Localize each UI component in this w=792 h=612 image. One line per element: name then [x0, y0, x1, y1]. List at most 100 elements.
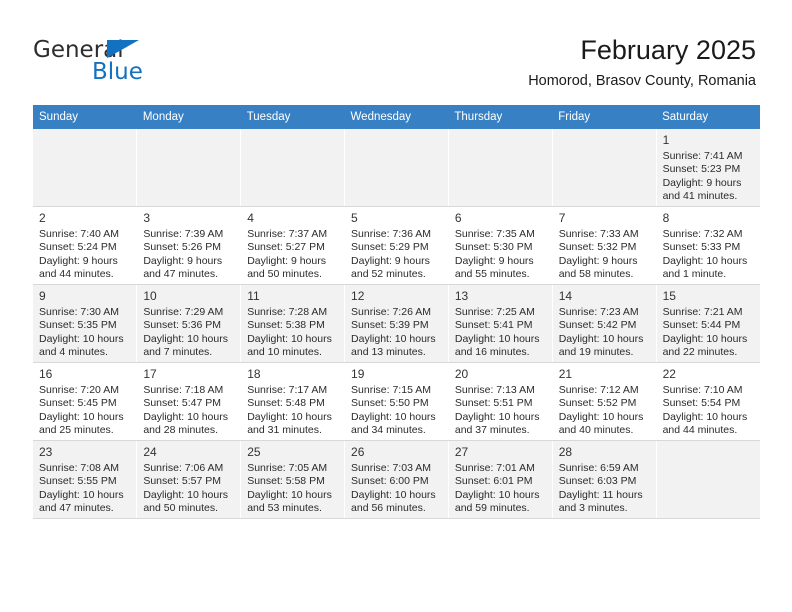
day-cell-content: 14 Sunrise: 7:23 AM Sunset: 5:42 PM Dayligh… — [553, 285, 656, 362]
day-cell-content: 7 Sunrise: 7:33 AM Sunset: 5:32 PM Daylight… — [553, 207, 656, 284]
day-cell-content: 4 Sunrise: 7:37 AM Sunset: 5:27 PM Daylight… — [241, 207, 344, 284]
day-cell-content: 13 Sunrise: 7:25 AM Sunset: 5:41 PM Dayligh… — [449, 285, 552, 362]
daylight-text: and 44 minutes. — [39, 268, 114, 281]
day-cell-content: 26 Sunrise: 7:03 AM Sunset: 6:00 PM Dayligh… — [345, 441, 448, 518]
daylight-text: and 34 minutes. — [351, 424, 426, 437]
calendar-day-cell[interactable]: 19 Sunrise: 7:15 AM Sunset: 5:50 PM Dayligh… — [344, 362, 449, 441]
sunset-text: Sunset: 5:48 PM — [247, 397, 325, 410]
column-header-saturday: Saturday — [656, 105, 760, 129]
day-number: 8 — [662, 211, 670, 225]
calendar-day-cell[interactable]: 6 Sunrise: 7:35 AM Sunset: 5:30 PM Daylight… — [448, 206, 553, 285]
calendar-day-cell[interactable]: 22 Sunrise: 7:10 AM Sunset: 5:54 PM Dayligh… — [656, 362, 760, 441]
calendar-day-cell[interactable]: 18 Sunrise: 7:17 AM Sunset: 5:48 PM Dayligh… — [240, 362, 346, 441]
calendar-day-cell[interactable]: 16 Sunrise: 7:20 AM Sunset: 5:45 PM Dayligh… — [33, 362, 138, 441]
daylight-text: and 59 minutes. — [454, 502, 530, 515]
day-cell-content — [553, 129, 656, 206]
calendar-day-cell[interactable]: 10 Sunrise: 7:29 AM Sunset: 5:36 PM Dayligh… — [136, 284, 242, 363]
calendar-day-cell[interactable]: 12 Sunrise: 7:26 AM Sunset: 5:39 PM Dayligh… — [344, 284, 449, 363]
calendar-day-cell[interactable]: 28 Sunrise: 6:59 AM Sunset: 6:03 PM Dayligh… — [552, 440, 657, 519]
sunrise-text: Sunrise: 7:28 AM — [247, 306, 328, 318]
day-number: 9 — [39, 289, 46, 303]
daylight-text: Daylight: 10 hours — [351, 410, 436, 423]
daylight-text: and 40 minutes. — [558, 424, 634, 437]
day-number: 16 — [39, 367, 53, 381]
daylight-text: and 55 minutes. — [454, 268, 530, 281]
sunrise-text: Sunrise: 7:20 AM — [39, 384, 119, 396]
calendar-day-cell[interactable]: 21 Sunrise: 7:12 AM Sunset: 5:52 PM Dayligh… — [552, 362, 657, 441]
calendar-day-cell[interactable]: 26 Sunrise: 7:03 AM Sunset: 6:00 PM Dayligh… — [344, 440, 449, 519]
calendar-day-cell[interactable]: 8 Sunrise: 7:32 AM Sunset: 5:33 PM Daylight… — [656, 206, 760, 285]
day-cell-content: 28 Sunrise: 6:59 AM Sunset: 6:03 PM Dayligh… — [553, 441, 656, 518]
sunrise-text: Sunrise: 6:59 AM — [558, 462, 639, 474]
calendar-day-cell[interactable]: 14 Sunrise: 7:23 AM Sunset: 5:42 PM Dayligh… — [552, 284, 657, 363]
day-number: 7 — [558, 211, 566, 225]
daylight-text: Daylight: 10 hours — [39, 488, 124, 501]
calendar-empty-cell — [552, 129, 657, 207]
sunset-text: Sunset: 5:35 PM — [39, 319, 117, 332]
calendar-day-cell[interactable]: 13 Sunrise: 7:25 AM Sunset: 5:41 PM Dayligh… — [448, 284, 553, 363]
daylight-text: and 44 minutes. — [662, 424, 738, 437]
day-number: 4 — [247, 211, 254, 225]
sunset-text: Sunset: 5:32 PM — [558, 241, 637, 254]
day-number: 1 — [662, 133, 670, 147]
day-cell-content: 16 Sunrise: 7:20 AM Sunset: 5:45 PM Dayligh… — [33, 363, 136, 440]
daylight-text: Daylight: 10 hours — [351, 488, 436, 501]
calendar-day-cell[interactable]: 27 Sunrise: 7:01 AM Sunset: 6:01 PM Dayligh… — [448, 440, 553, 519]
sunrise-text: Sunrise: 7:12 AM — [558, 384, 639, 396]
sunrise-text: Sunrise: 7:15 AM — [351, 384, 431, 396]
sunset-text: Sunset: 6:03 PM — [558, 475, 637, 488]
page-title: February 2025 — [580, 35, 756, 65]
calendar-day-cell[interactable]: 1 Sunrise: 7:41 AM Sunset: 5:23 PM Daylight… — [656, 129, 760, 207]
daylight-text: Daylight: 10 hours — [454, 410, 540, 423]
calendar-day-cell[interactable]: 2 Sunrise: 7:40 AM Sunset: 5:24 PM Daylight… — [33, 206, 138, 285]
calendar-empty-cell — [33, 129, 138, 207]
daylight-text: and 31 minutes. — [247, 424, 322, 437]
day-cell-content: 5 Sunrise: 7:36 AM Sunset: 5:29 PM Daylight… — [345, 207, 448, 284]
daylight-text: and 41 minutes. — [662, 190, 738, 203]
daylight-text: and 13 minutes. — [351, 346, 426, 359]
daylight-text: Daylight: 10 hours — [143, 332, 228, 345]
sunrise-text: Sunrise: 7:08 AM — [39, 462, 119, 474]
calendar-day-cell[interactable]: 15 Sunrise: 7:21 AM Sunset: 5:44 PM Dayligh… — [656, 284, 760, 363]
sunset-text: Sunset: 5:39 PM — [351, 319, 429, 332]
sunrise-text: Sunrise: 7:23 AM — [558, 306, 639, 318]
calendar-day-cell[interactable]: 24 Sunrise: 7:06 AM Sunset: 5:57 PM Dayligh… — [136, 440, 242, 519]
calendar-day-cell[interactable]: 17 Sunrise: 7:18 AM Sunset: 5:47 PM Dayligh… — [136, 362, 242, 441]
daylight-text: and 53 minutes. — [247, 502, 322, 515]
daylight-text: and 1 minute. — [662, 268, 727, 281]
day-cell-content: 27 Sunrise: 7:01 AM Sunset: 6:01 PM Dayligh… — [449, 441, 552, 518]
day-number: 24 — [143, 445, 157, 459]
sunrise-text: Sunrise: 7:37 AM — [247, 228, 328, 240]
day-cell-content: 1 Sunrise: 7:41 AM Sunset: 5:23 PM Daylight… — [657, 129, 760, 206]
day-cell-content: 3 Sunrise: 7:39 AM Sunset: 5:26 PM Daylight… — [137, 207, 240, 284]
day-number: 17 — [143, 367, 157, 381]
brand-name-general: General — [33, 37, 124, 63]
calendar-day-cell[interactable]: 9 Sunrise: 7:30 AM Sunset: 5:35 PM Daylight… — [33, 284, 138, 363]
day-number: 22 — [662, 367, 676, 381]
day-number: 15 — [662, 289, 676, 303]
sunset-text: Sunset: 5:29 PM — [351, 241, 429, 254]
daylight-text: Daylight: 10 hours — [558, 410, 644, 423]
location-subtitle: Homorod, Brasov County, Romania — [528, 73, 756, 89]
sunset-text: Sunset: 6:01 PM — [454, 475, 533, 488]
calendar-day-cell[interactable]: 5 Sunrise: 7:36 AM Sunset: 5:29 PM Daylight… — [344, 206, 449, 285]
calendar-day-cell[interactable]: 25 Sunrise: 7:05 AM Sunset: 5:58 PM Dayligh… — [240, 440, 346, 519]
daylight-text: Daylight: 9 hours — [662, 176, 742, 189]
calendar-day-cell[interactable]: 11 Sunrise: 7:28 AM Sunset: 5:38 PM Dayligh… — [240, 284, 346, 363]
sunset-text: Sunset: 5:42 PM — [558, 319, 637, 332]
daylight-text: Daylight: 10 hours — [351, 332, 436, 345]
calendar-week-row: 2 Sunrise: 7:40 AM Sunset: 5:24 PM Daylight… — [33, 206, 760, 285]
sunrise-text: Sunrise: 7:25 AM — [454, 306, 535, 318]
calendar-day-cell[interactable]: 3 Sunrise: 7:39 AM Sunset: 5:26 PM Daylight… — [136, 206, 242, 285]
day-number: 3 — [143, 211, 151, 225]
column-header-sunday: Sunday — [33, 105, 137, 129]
calendar-empty-cell — [344, 129, 449, 207]
calendar-day-cell[interactable]: 20 Sunrise: 7:13 AM Sunset: 5:51 PM Dayligh… — [448, 362, 553, 441]
calendar-day-cell[interactable]: 4 Sunrise: 7:37 AM Sunset: 5:27 PM Daylight… — [240, 206, 346, 285]
sunset-text: Sunset: 5:33 PM — [662, 241, 741, 254]
calendar-day-cell[interactable]: 23 Sunrise: 7:08 AM Sunset: 5:55 PM Dayligh… — [33, 440, 138, 519]
calendar-day-cell[interactable]: 7 Sunrise: 7:33 AM Sunset: 5:32 PM Daylight… — [552, 206, 657, 285]
general-blue-logo[interactable]: General Blue — [33, 38, 263, 88]
daylight-text: and 3 minutes. — [558, 502, 628, 515]
daylight-text: Daylight: 10 hours — [662, 410, 748, 423]
